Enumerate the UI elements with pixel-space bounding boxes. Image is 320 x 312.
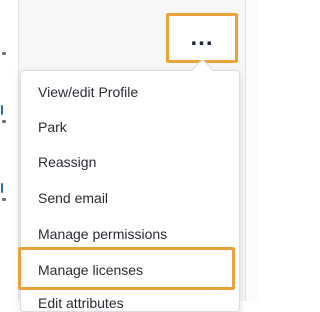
row-marker — [2, 198, 6, 201]
menu-item-park[interactable]: Park — [38, 119, 67, 135]
row-link-marker[interactable] — [1, 105, 3, 115]
left-column-marks — [0, 0, 18, 301]
manage-licenses-highlight — [18, 247, 235, 290]
right-column — [245, 0, 259, 301]
row-marker — [2, 120, 6, 123]
row-marker — [2, 52, 6, 55]
menu-item-view-edit-profile[interactable]: View/edit Profile — [38, 84, 138, 100]
more-options-button[interactable]: ... — [178, 22, 226, 54]
menu-item-edit-attributes[interactable]: Edit attributes — [38, 295, 124, 311]
menu-item-reassign[interactable]: Reassign — [38, 154, 96, 170]
more-icon: ... — [190, 24, 214, 51]
menu-item-send-email[interactable]: Send email — [38, 190, 108, 206]
left-column — [0, 0, 19, 301]
menu-item-manage-permissions[interactable]: Manage permissions — [38, 226, 167, 242]
row-link-marker[interactable] — [1, 183, 3, 193]
